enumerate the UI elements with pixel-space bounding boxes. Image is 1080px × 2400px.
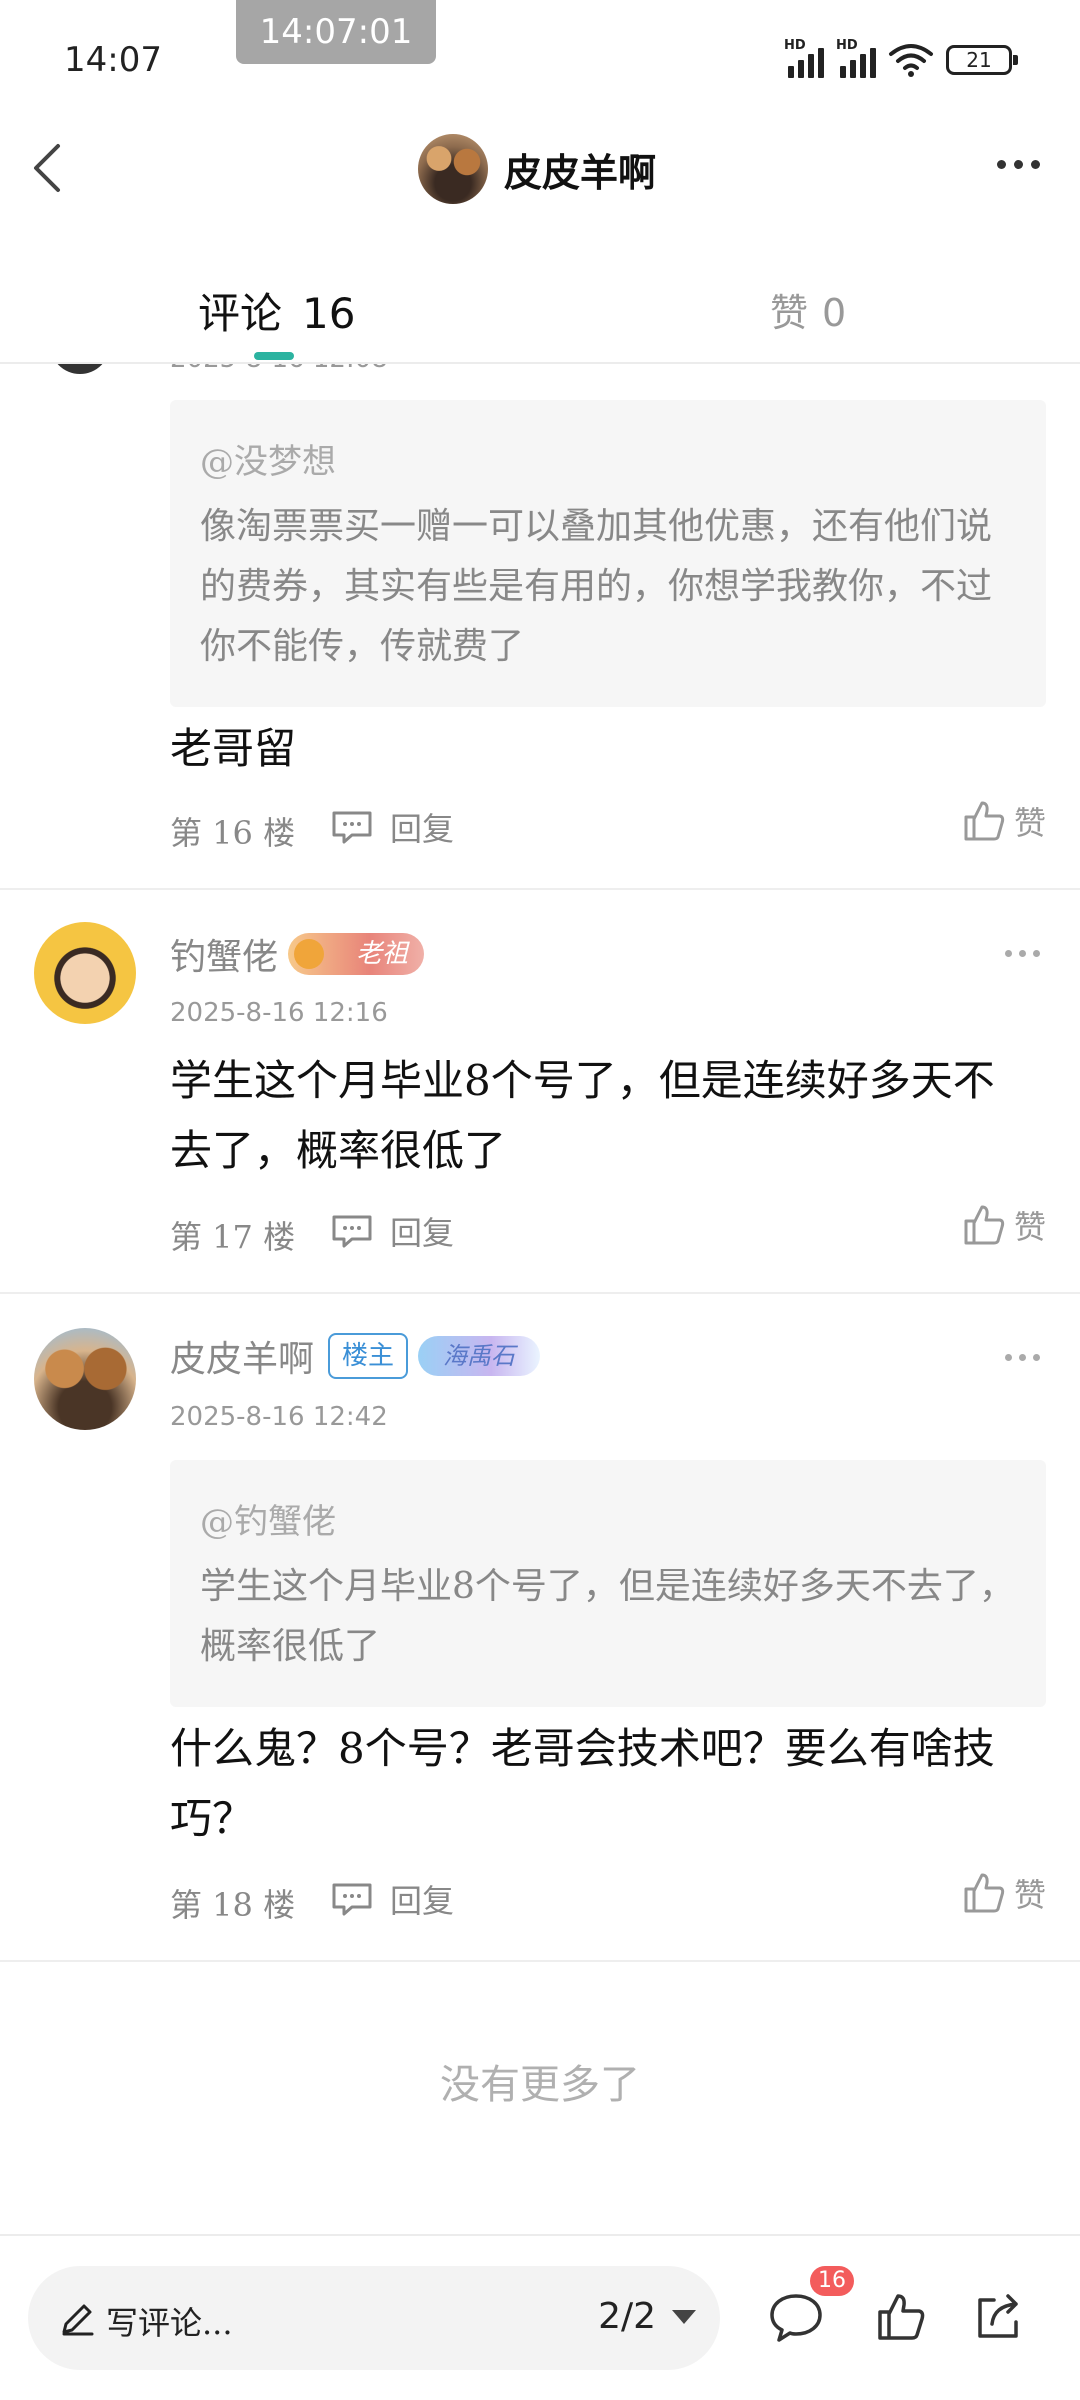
comment-user: 钓蟹佬 老祖 <box>170 928 425 980</box>
tab-bar: 评论 16 赞0 <box>0 260 1080 364</box>
comment-icon[interactable] <box>768 2292 824 2344</box>
floor-number: 第 17 楼 <box>170 1218 296 1256</box>
quote-user: @钓蟹佬 <box>200 1502 336 1542</box>
header-avatar[interactable] <box>418 134 488 204</box>
comment-input-placeholder: 写评论... <box>106 2304 233 2342</box>
floor-number: 第 18 楼 <box>170 1886 296 1924</box>
comment-more-icon[interactable] <box>1005 950 1040 957</box>
tab-indicator <box>254 352 294 360</box>
avatar[interactable] <box>34 1328 136 1430</box>
comment-date: 2025-8-16 12:16 <box>170 998 388 1028</box>
header-title: 皮皮羊啊 <box>504 149 657 195</box>
comment-more-icon[interactable] <box>1005 1354 1040 1361</box>
thumbs-up-icon[interactable] <box>876 2292 926 2342</box>
reply-icon <box>332 811 372 844</box>
comment-date: 2025-8-16 12:08 <box>170 364 388 374</box>
quoted-comment[interactable]: @钓蟹佬 学生这个月毕业8个号了，但是连续好多天不去了，概率很低了 <box>170 1460 1046 1707</box>
header-user[interactable]: 皮皮羊啊 <box>418 134 656 204</box>
tab-comments[interactable]: 评论 16 <box>198 280 355 341</box>
page-indicator[interactable]: 2/2 <box>598 2296 656 2337</box>
header: 皮皮羊啊 <box>0 110 1080 230</box>
reply-button[interactable]: 回复 <box>330 804 454 850</box>
divider <box>0 1960 1080 1962</box>
tab-comments-label: 评论 <box>198 289 283 338</box>
like-button[interactable]: 赞 <box>962 1870 1046 1916</box>
divider <box>0 1292 1080 1294</box>
comment-footer: 第 18 楼 回复 赞 <box>170 1873 1046 1924</box>
status-bar: 14:07 14:07:01 HD HD 21 <box>0 0 1080 110</box>
quote-text: 像淘票票买一赠一可以叠加其他优惠，还有他们说的费券，其实有些是有用的，你想学我教… <box>200 506 993 667</box>
comment-date: 2025-8-16 12:42 <box>170 1402 388 1432</box>
comment-count-badge: 16 <box>810 2266 854 2296</box>
reply-icon <box>332 1215 372 1248</box>
thumbs-up-icon <box>964 1205 1005 1245</box>
no-more-text: 没有更多了 <box>440 2062 640 2108</box>
thumbs-up-icon <box>964 1873 1005 1913</box>
user-name[interactable]: 钓蟹佬 <box>170 928 278 980</box>
rank-badge: 海禹石 <box>418 1336 541 1376</box>
share-icon[interactable] <box>972 2292 1024 2344</box>
back-icon[interactable] <box>22 132 92 202</box>
tab-comments-count: 16 <box>302 289 356 338</box>
quoted-comment[interactable]: @没梦想 像淘票票买一赠一可以叠加其他优惠，还有他们说的费券，其实有些是有用的，… <box>170 400 1046 707</box>
avatar[interactable] <box>34 922 136 1024</box>
op-badge: 楼主 <box>328 1333 409 1379</box>
status-time: 14:07 <box>64 40 162 80</box>
bottom-bar: 写评论... 2/2 16 <box>0 2234 1080 2400</box>
quote-user: @没梦想 <box>200 442 336 482</box>
tab-likes[interactable]: 赞0 <box>770 282 846 337</box>
signal-icon: HD <box>784 38 824 78</box>
comment-body: 老哥留 <box>170 724 297 773</box>
battery-icon: 21 <box>946 45 1018 75</box>
reply-label: 回复 <box>390 1214 455 1252</box>
comment-user: 皮皮羊啊 楼主 海禹石 <box>170 1330 541 1382</box>
clock-chip: 14:07:01 <box>236 0 436 64</box>
user-name[interactable]: 皮皮羊啊 <box>170 1330 314 1382</box>
partial-comment-head: 2025-8-16 12:08 <box>0 364 1080 378</box>
comment-input[interactable]: 写评论... 2/2 <box>28 2266 720 2370</box>
reply-label: 回复 <box>390 810 455 848</box>
like-label: 赞 <box>1013 1208 1046 1246</box>
rank-badge: 老祖 <box>288 933 425 975</box>
wifi-icon <box>889 44 933 77</box>
more-icon[interactable] <box>997 160 1040 169</box>
comment-footer: 第 16 楼 回复 赞 <box>170 801 1046 852</box>
reply-button[interactable]: 回复 <box>330 1208 454 1254</box>
comment-body: 什么鬼？8个号？老哥会技术吧？要么有啥技巧？ <box>170 1724 995 1843</box>
thumbs-up-icon <box>964 801 1005 841</box>
avatar[interactable] <box>50 364 110 374</box>
reply-icon <box>332 1883 372 1916</box>
reply-button[interactable]: 回复 <box>330 1876 454 1922</box>
divider <box>0 888 1080 890</box>
like-button[interactable]: 赞 <box>962 1202 1046 1248</box>
chevron-down-icon[interactable] <box>672 2310 696 2324</box>
like-label: 赞 <box>1013 1876 1046 1914</box>
comment-body: 学生这个月毕业8个号了，但是连续好多天不去了，概率很低了 <box>170 1056 995 1175</box>
tab-likes-count: 0 <box>822 291 847 335</box>
signal-icon-2: HD <box>836 38 876 78</box>
quote-text: 学生这个月毕业8个号了，但是连续好多天不去了，概率很低了 <box>200 1566 1015 1667</box>
like-button[interactable]: 赞 <box>962 798 1046 844</box>
floor-number: 第 16 楼 <box>170 814 296 852</box>
like-label: 赞 <box>1013 804 1046 842</box>
status-icons: HD HD 21 <box>784 38 1018 78</box>
tab-likes-label: 赞 <box>770 291 809 335</box>
pen-icon <box>62 2304 94 2336</box>
comment-footer: 第 17 楼 回复 赞 <box>170 1205 1046 1256</box>
reply-label: 回复 <box>390 1882 455 1920</box>
